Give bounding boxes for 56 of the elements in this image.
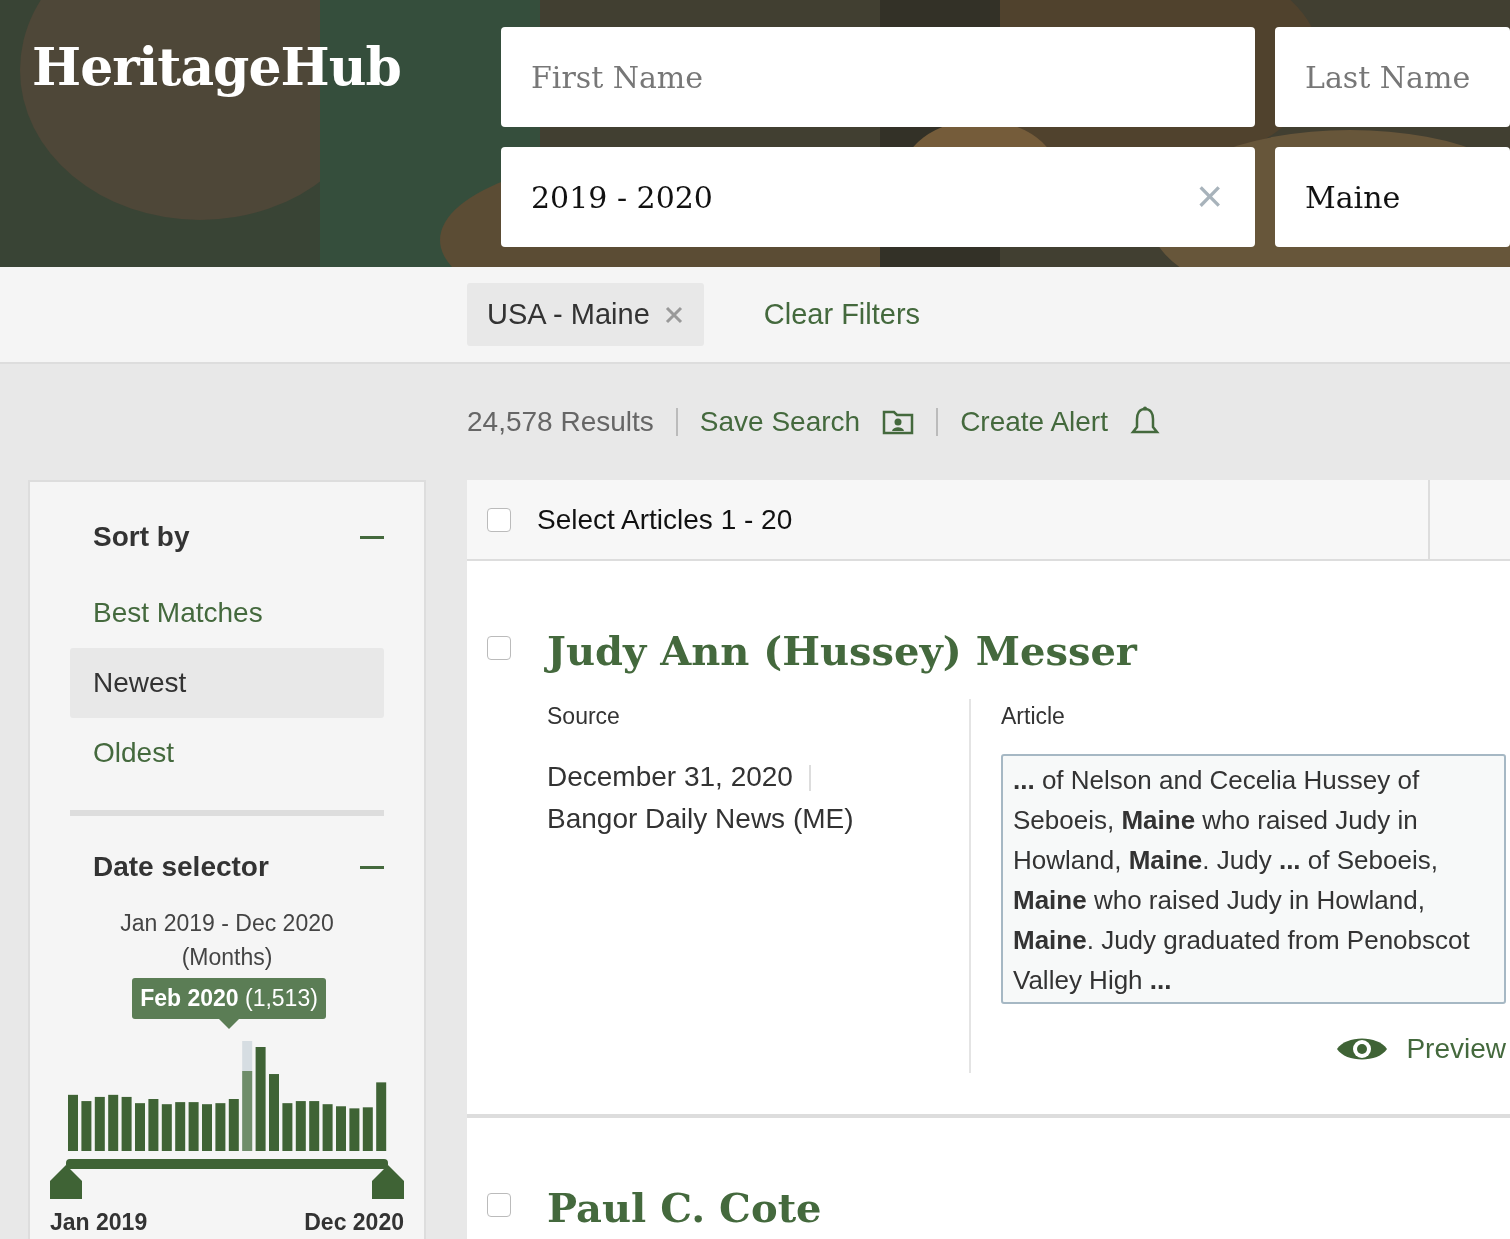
collapse-icon[interactable]	[360, 535, 384, 539]
histogram-bar[interactable]	[148, 1098, 159, 1151]
histogram-bar[interactable]	[215, 1102, 226, 1151]
filter-label: USA - Maine	[487, 296, 650, 332]
search-field[interactable]: Last Name	[1275, 27, 1510, 127]
histogram-bar[interactable]	[376, 1081, 387, 1151]
save-search-link[interactable]: Save Search	[699, 401, 861, 443]
collapse-icon[interactable]	[360, 865, 384, 869]
histogram-bar[interactable]	[309, 1100, 320, 1151]
column-label: Article	[1001, 702, 1066, 731]
checkbox[interactable]	[487, 636, 511, 660]
histogram-bar[interactable]	[108, 1094, 119, 1151]
histogram-bar[interactable]	[188, 1101, 199, 1151]
article-snippet: ... of Nelson and Cecelia Hussey of Seboeis, Maine who raised Judy in Howland, Maine. Judy ... of Seboeis, Maine who raised Judy in Howland, Maine. Judy graduated from Penobscot Valley High ...	[1001, 753, 1506, 1004]
section-title: Date selector	[93, 850, 269, 884]
create-alert-link[interactable]: Create Alert	[960, 401, 1108, 443]
slider-handle[interactable]	[50, 1164, 82, 1199]
date-range-text: Jan 2019 - Dec 2020	[119, 909, 335, 938]
histogram-bar[interactable]	[228, 1098, 239, 1151]
result-title-link[interactable]: Paul C. Cote	[547, 1178, 822, 1238]
sort-option[interactable]: Best Matches	[70, 578, 384, 648]
histogram-bar[interactable]	[322, 1103, 333, 1151]
section-title: Sort by	[93, 520, 190, 554]
histogram-bar[interactable]	[202, 1103, 212, 1151]
axis-label: Dec 2020	[304, 1207, 404, 1237]
histogram-bar[interactable]	[242, 1040, 253, 1151]
histogram-bar[interactable]	[121, 1096, 132, 1151]
search-field[interactable]: Maine	[1275, 147, 1510, 247]
logo[interactable]: HeritageHub	[32, 41, 501, 247]
histogram-bar[interactable]	[362, 1106, 373, 1151]
axis-label: Jan 2019	[50, 1207, 148, 1237]
histogram-bar[interactable]	[94, 1096, 105, 1151]
preview-link[interactable]: Preview	[1001, 1027, 1506, 1070]
sort-option[interactable]: Oldest	[70, 718, 384, 788]
histogram-bar[interactable]	[255, 1046, 266, 1151]
slider-handle[interactable]	[372, 1164, 404, 1199]
folder-icon[interactable]	[882, 409, 915, 435]
clear-filters-link[interactable]: Clear Filters	[763, 292, 921, 337]
histogram-bar[interactable]	[349, 1107, 360, 1151]
search-field[interactable]: First Name	[501, 27, 1255, 127]
tooltip: Feb 2020 (1,513)	[132, 978, 326, 1029]
column-label: Source	[547, 702, 621, 731]
checkbox[interactable]	[487, 507, 511, 532]
histogram-bar[interactable]	[81, 1100, 92, 1151]
select-label: Select Articles 1 - 20	[537, 502, 793, 537]
histogram-bar[interactable]	[161, 1103, 172, 1151]
histogram-bar[interactable]	[175, 1101, 186, 1151]
results-count: 24,578 Results	[467, 405, 654, 439]
sort-option[interactable]: Newest	[70, 648, 384, 718]
histogram-bar[interactable]	[282, 1102, 293, 1151]
date-text: December 31, 2020	[547, 760, 793, 792]
checkbox[interactable]	[487, 1193, 511, 1217]
unit-text: (Months)	[180, 943, 274, 972]
histogram-bar[interactable]	[295, 1100, 306, 1151]
histogram-bar[interactable]	[336, 1105, 346, 1151]
publication-text: Bangor Daily News (ME)	[547, 802, 854, 834]
